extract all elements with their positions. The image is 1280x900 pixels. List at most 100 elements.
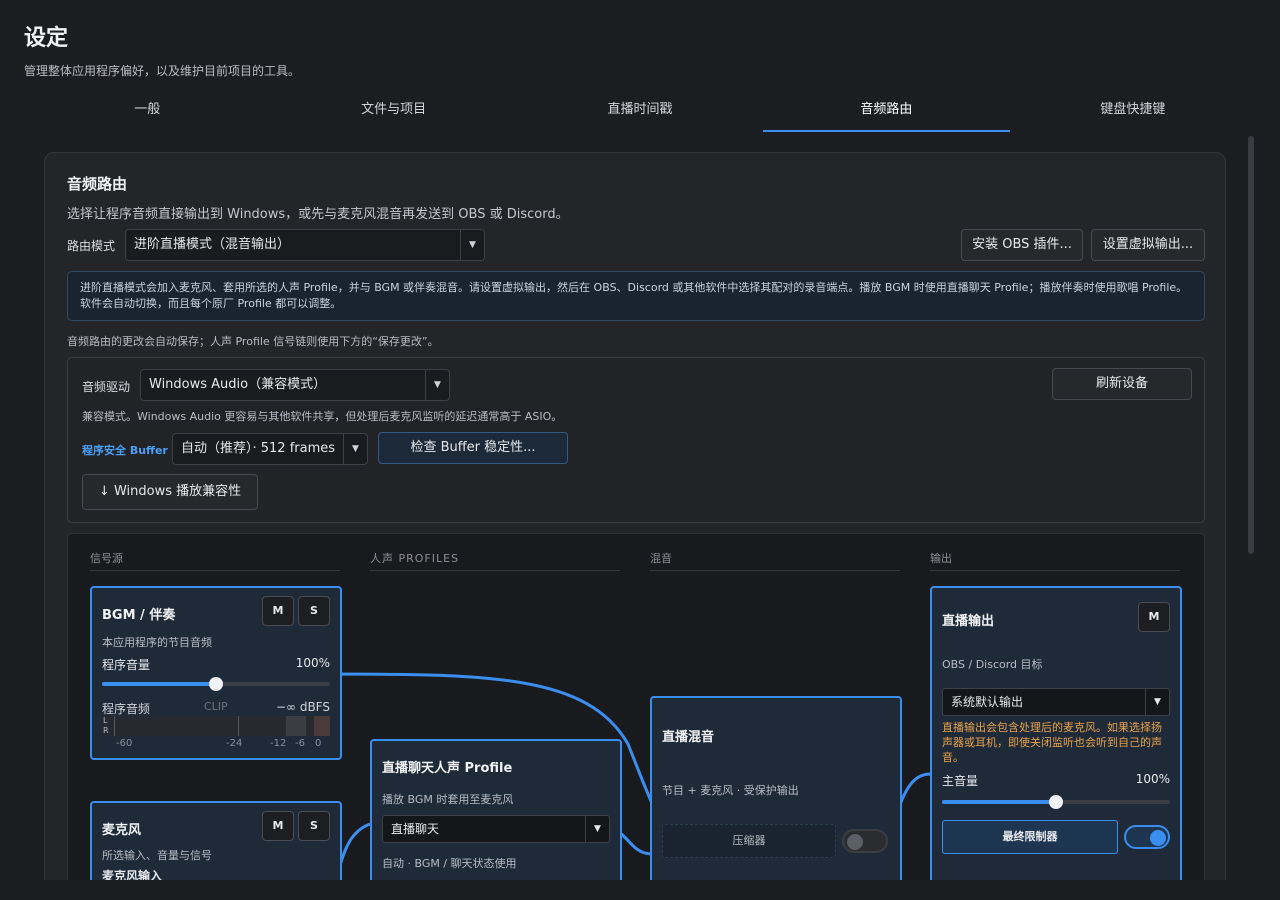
master-volume-value: 100% [1135, 772, 1170, 786]
buffer-label: 程序安全 Buffer [82, 444, 168, 457]
final-limiter-button[interactable]: 最终限制器 [942, 820, 1118, 854]
bgm-node-title: BGM / 伴奏 [102, 608, 176, 623]
column-divider [650, 570, 900, 571]
profile-auto-note: 自动 · BGM / 聊天状态使用 [382, 857, 517, 870]
output-warning: 直播输出会包含处理后的麦克风。如果选择扬声器或耳机，即使关闭监听也会听到自己的声… [942, 721, 1162, 764]
chevron-down-icon: ▼ [343, 434, 367, 464]
stream-output-node[interactable]: 直播输出 M OBS / Discord 目标 系统默认输出 ▼ 直播输出会包含… [930, 586, 1182, 900]
bgm-volume-value: 100% [295, 656, 330, 670]
final-limiter-toggle[interactable] [1124, 825, 1170, 849]
windows-playback-compat-label: Windows 播放兼容性 [113, 484, 242, 499]
tab-general[interactable]: 一般 [24, 90, 270, 132]
master-volume-slider[interactable] [942, 795, 1170, 809]
chevron-down-icon: ▼ [425, 370, 449, 400]
section-heading: 音频路由 [67, 175, 128, 193]
audio-driver-value: Windows Audio（兼容模式） [149, 377, 327, 392]
tab-stream-timestamps[interactable]: 直播时间戳 [517, 90, 763, 132]
meter-tick [238, 716, 239, 736]
refresh-devices-button[interactable]: 刷新设备 [1052, 368, 1192, 400]
output-device-value: 系统默认输出 [951, 695, 1024, 709]
meter-scale-label: -24 [226, 738, 243, 749]
audio-routing-panel: 音频路由 选择让程序音频直接输出到 Windows，或先与麦克风混音再发送到 O… [44, 152, 1226, 900]
output-node-title: 直播输出 [942, 614, 995, 629]
tab-files-projects[interactable]: 文件与项目 [270, 90, 516, 132]
bgm-mute-button[interactable]: M [262, 596, 294, 626]
check-buffer-button[interactable]: 检查 Buffer 稳定性... [378, 432, 568, 464]
mic-mute-button[interactable]: M [262, 811, 294, 841]
compressor-toggle[interactable] [842, 829, 888, 853]
compressor-button[interactable]: 压缩器 [662, 824, 836, 858]
mix-node-subtitle: 节目 + 麦克风 · 受保护输出 [662, 784, 799, 797]
bgm-volume-label: 程序音量 [102, 658, 151, 672]
slider-fill [942, 800, 1056, 804]
bgm-level-meter: L R [102, 716, 330, 736]
tab-audio-routing[interactable]: 音频路由 [763, 90, 1010, 132]
routing-graph: 信号源 人声 PROFILES 混音 输出 BGM / 伴奏 M S 本应用程序… [67, 533, 1205, 900]
slider-fill [102, 682, 216, 686]
meter-scale-label: -60 [116, 738, 133, 749]
buffer-value: 自动（推荐）· 512 frames [181, 441, 336, 456]
channel-l-label: L [103, 716, 108, 725]
bgm-node-subtitle: 本应用程序的节目音频 [102, 636, 212, 649]
meter-scale-label: -6 [295, 738, 305, 749]
output-device-select[interactable]: 系统默认输出 ▼ [942, 688, 1170, 716]
meter-tick [114, 716, 115, 736]
toggle-knob [1150, 830, 1166, 846]
clip-indicator: CLIP [204, 700, 228, 713]
meter-hot-zone [286, 716, 306, 736]
setup-virtual-output-button[interactable]: 设置虚拟输出... [1091, 229, 1205, 261]
settings-page: 设定 管理整体应用程序偏好，以及维护目前项目的工具。 一般 文件与项目 直播时间… [0, 0, 1280, 900]
chevron-down-icon: ▼ [585, 816, 609, 842]
slider-knob[interactable] [1049, 795, 1063, 809]
bottom-edge [0, 880, 1280, 900]
meter-scale-label: 0 [315, 738, 322, 749]
tab-keyboard-shortcuts[interactable]: 键盘快捷键 [1010, 90, 1256, 132]
output-mute-button[interactable]: M [1138, 602, 1170, 632]
toggle-knob [847, 834, 863, 850]
page-scrollbar[interactable] [1248, 136, 1254, 554]
bgm-volume-slider[interactable] [102, 677, 330, 691]
audio-driver-label: 音频驱动 [82, 380, 131, 394]
column-header-mix: 混音 [650, 552, 672, 565]
meter-scale: -60 -24 -12 -6 0 [102, 738, 332, 752]
meter-scale-label: -12 [270, 738, 287, 749]
page-subtitle: 管理整体应用程序偏好，以及维护目前项目的工具。 [24, 64, 301, 78]
routing-mode-label: 路由模式 [67, 239, 116, 253]
master-volume-label: 主音量 [942, 774, 979, 788]
buffer-select[interactable]: 自动（推荐）· 512 frames ▼ [172, 433, 368, 465]
bgm-solo-button[interactable]: S [298, 596, 330, 626]
column-divider [370, 570, 620, 571]
meter-clip-zone [314, 716, 330, 736]
output-node-subtitle: OBS / Discord 目标 [942, 658, 1043, 671]
arrow-down-icon: ↓ [98, 484, 110, 499]
profile-node-subtitle: 播放 BGM 时套用至麦克风 [382, 793, 514, 806]
column-header-profiles: 人声 PROFILES [370, 552, 460, 565]
mic-node-title: 麦克风 [102, 823, 142, 838]
mix-node-title: 直播混音 [662, 730, 715, 745]
profile-select[interactable]: 直播聊天 ▼ [382, 815, 610, 843]
voice-profile-node[interactable]: 直播聊天人声 Profile 播放 BGM 时套用至麦克风 直播聊天 ▼ 自动 … [370, 739, 622, 900]
install-obs-plugin-button[interactable]: 安装 OBS 插件... [961, 229, 1083, 261]
page-title: 设定 [24, 26, 69, 51]
mic-solo-button[interactable]: S [298, 811, 330, 841]
profile-node-title: 直播聊天人声 Profile [382, 761, 513, 776]
column-divider [930, 570, 1180, 571]
stream-mix-node[interactable]: 直播混音 节目 + 麦克风 · 受保护输出 压缩器 [650, 696, 902, 900]
bgm-source-node[interactable]: BGM / 伴奏 M S 本应用程序的节目音频 程序音量 100% 程序音频 C… [90, 586, 342, 760]
audio-driver-section: 音频驱动 Windows Audio（兼容模式） ▼ 刷新设备 兼容模式。Win… [67, 357, 1205, 523]
slider-knob[interactable] [209, 677, 223, 691]
compat-mode-note: 兼容模式。Windows Audio 更容易与其他软件共享，但处理后麦克风监听的… [82, 410, 563, 423]
channel-r-label: R [103, 726, 109, 735]
windows-playback-compat-toggle[interactable]: ↓ Windows 播放兼容性 [82, 474, 258, 510]
column-header-sources: 信号源 [90, 552, 123, 565]
autosave-note: 音频路由的更改会自动保存；人声 Profile 信号链则使用下方的“保存更改”。 [67, 335, 439, 348]
settings-tabs: 一般 文件与项目 直播时间戳 音频路由 键盘快捷键 [24, 90, 1256, 132]
profile-select-value: 直播聊天 [391, 822, 440, 836]
bgm-dbfs-readout: −∞ dBFS [275, 700, 330, 714]
section-description: 选择让程序音频直接输出到 Windows，或先与麦克风混音再发送到 OBS 或 … [67, 207, 569, 222]
column-divider [90, 570, 340, 571]
routing-info-box: 进阶直播模式会加入麦克风、套用所选的人声 Profile，并与 BGM 或伴奏混… [67, 271, 1205, 321]
routing-mode-select[interactable]: 进阶直播模式（混音输出） ▼ [125, 229, 485, 261]
audio-driver-select[interactable]: Windows Audio（兼容模式） ▼ [140, 369, 450, 401]
chevron-down-icon: ▼ [1145, 689, 1169, 715]
